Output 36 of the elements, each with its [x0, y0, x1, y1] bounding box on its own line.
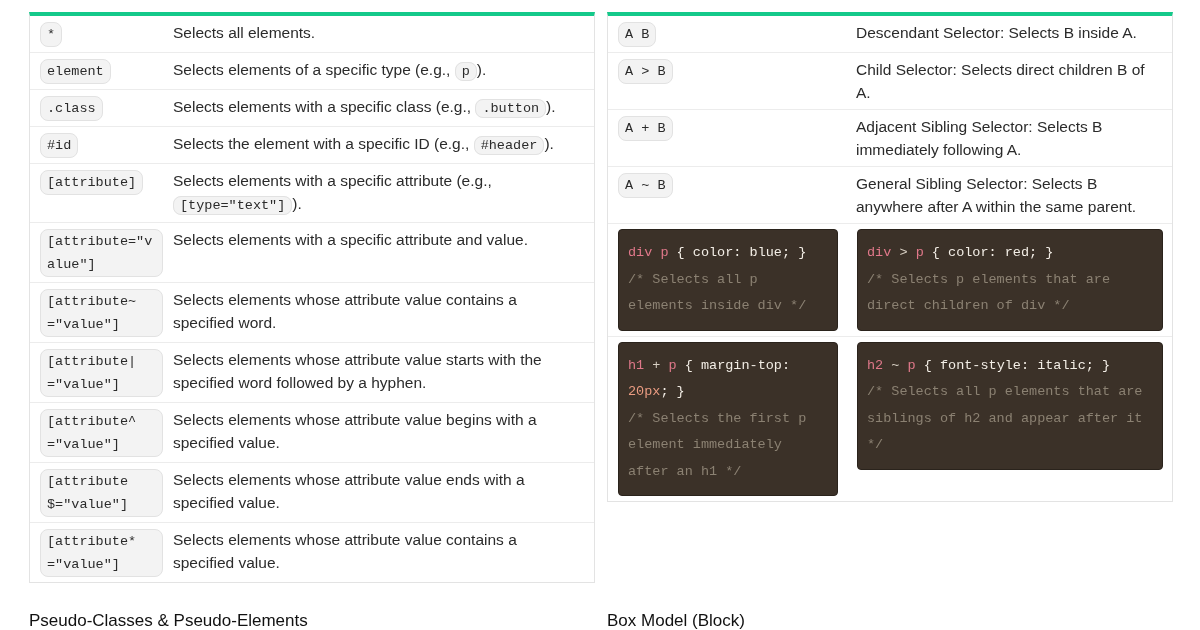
description-text: Selects elements with a specific class (e.g., .button ). — [173, 97, 557, 120]
selector-code: A B — [618, 22, 657, 47]
section-heading: Box Model (Block) — [607, 611, 746, 630]
section-heading: Pseudo-Classes & Pseudo-Elements — [29, 611, 309, 630]
code-block: h2 ~ p { font-style: italic; } /* Selects all p elements that are siblings of h2 and appear after it */ — [857, 341, 1163, 470]
selector-code: [attribute|="value"] — [40, 349, 163, 397]
description-text: Child Selector: Selects direct children B of A. — [856, 60, 1146, 103]
description-text: Selects all elements. — [173, 23, 317, 43]
selector-code: element — [40, 59, 111, 84]
selector-code: A ~ B — [618, 173, 673, 198]
code-block: div > p { color: red; } /* Selects p elements that are direct children of div */ — [857, 229, 1163, 331]
description-text: Selects elements with a specific attribute (e.g., [type="text"] ). — [173, 171, 493, 217]
selector-code: [attribute] — [40, 170, 144, 195]
description-text: Selects elements whose attribute value ends with a specified value. — [173, 470, 526, 513]
description-text: Selects elements of a specific type (e.g., p ). — [173, 60, 488, 83]
description-text: Selects elements with a specific attribute and value. — [173, 230, 529, 250]
selector-code: #id — [40, 133, 79, 158]
selector-code: [attribute$="value"] — [40, 469, 163, 517]
description-text: General Sibling Selector: Selects B anywhere after A within the same parent. — [856, 174, 1138, 217]
selector-code: [attribute~="value"] — [40, 289, 163, 337]
selector-code: * — [40, 22, 63, 47]
description-text: Selects elements whose attribute value contains a specified value. — [173, 530, 518, 573]
selector-code: A > B — [618, 59, 673, 84]
selector-code: [attribute^="value"] — [40, 409, 163, 457]
code-block: div p { color: blue; } /* Selects all p elements inside div */ — [618, 229, 838, 331]
description-text: Selects the element with a specific ID (e.g., #header ). — [173, 134, 555, 157]
description-text: Adjacent Sibling Selector: Selects B immediately following A. — [856, 117, 1104, 160]
selector-code: [attribute*="value"] — [40, 529, 163, 577]
selector-code: A + B — [618, 116, 673, 141]
description-text: Selects elements whose attribute value contains a specified word. — [173, 290, 518, 333]
selector-code: .class — [40, 96, 103, 121]
description-text: Selects elements whose attribute value begins with a specified value. — [173, 410, 538, 453]
code-block: h1 + p { margin-top: 20px; } /* Selects the first p element immediately after an h1 */ — [618, 341, 838, 496]
description-text: Descendant Selector: Selects B inside A. — [856, 23, 1138, 43]
selector-code: [attribute="value"] — [40, 229, 163, 277]
description-text: Selects elements whose attribute value starts with the specified word followed by a hyphen. — [173, 350, 543, 393]
